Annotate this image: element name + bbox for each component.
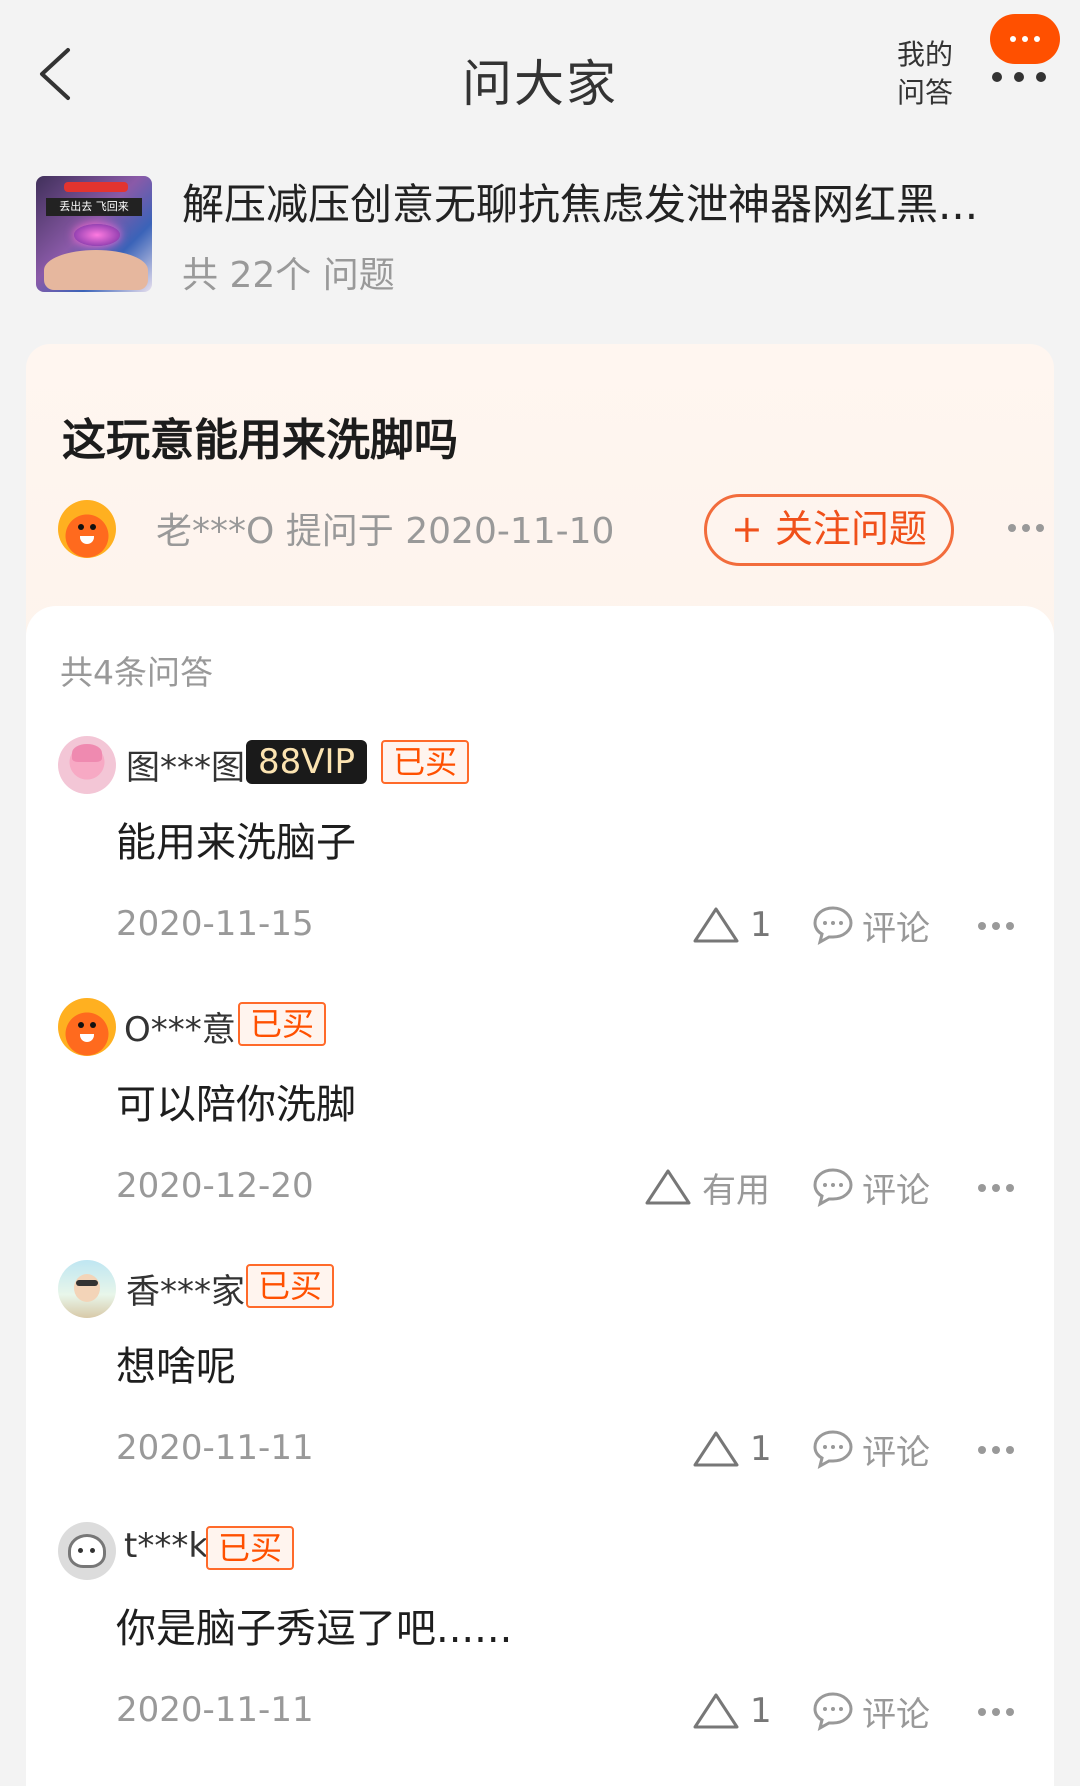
bought-badge: 已买 [206,1526,295,1570]
like-count: 1 [750,1691,772,1731]
answer-text: 你是脑子秀逗了吧...... [116,1606,513,1652]
answer-text: 能用来洗脑子 [116,820,356,866]
asker-name: 老***O [156,511,275,552]
follow-question-button[interactable]: + 关注问题 [704,494,954,566]
product-name[interactable]: 解压减压创意无聊抗焦虑发泄神器网红黑... [182,176,1042,234]
like-triangle-icon [693,907,739,943]
answers-count: 共4条问答 [60,653,213,692]
comment-button[interactable]: 评论 [812,900,930,950]
comment-label: 评论 [862,1694,930,1735]
answer-user: t***k [124,1526,209,1566]
answer-item: t***k 已买 你是脑子秀逗了吧...... 2020-11-11 1 评论 [26,1522,1054,1784]
product-summary[interactable]: 丢出去 飞回来 解压减压创意无聊抗焦虑发泄神器网红黑... 共 22个 问题 [36,176,1046,296]
top-bar: 问大家 我的问答 [0,0,1080,150]
answer-item: 香***家 已买 想啥呢 2020-11-11 1 评论 [26,1260,1054,1522]
like-triangle-icon [693,1431,739,1467]
comment-bubble-icon [813,1168,853,1207]
bought-badge: 已买 [246,1264,335,1308]
comment-bubble-icon [813,1430,853,1469]
comment-button[interactable]: 评论 [812,1686,930,1736]
like-button[interactable]: 1 [692,1424,772,1474]
answer-item: O***意 已买 可以陪你洗脚 2020-12-20 有用 评论 [26,998,1054,1260]
my-qa-link[interactable]: 我的问答 [890,36,960,112]
asker-avatar[interactable] [58,500,116,558]
answer-badges: 已买 [238,1002,327,1046]
like-button[interactable]: 1 [692,1686,772,1736]
like-triangle-icon [693,1693,739,1729]
thumbnail-top-strip [64,182,128,192]
question-count: 共 22个 问题 [182,255,395,296]
like-count: 1 [750,1429,772,1469]
orange-avatar[interactable] [58,998,116,1056]
gray-avatar[interactable] [58,1522,116,1580]
answer-date: 2020-11-11 [116,1428,314,1468]
comment-label: 评论 [862,1170,930,1211]
bought-badge: 已买 [381,740,470,784]
comment-label: 评论 [862,908,930,949]
answer-more-icon[interactable] [978,1184,1014,1192]
answer-user: 香***家 [126,1272,245,1312]
answer-more-icon[interactable] [978,1708,1014,1716]
vip-badge: 88VIP [246,740,368,784]
like-button[interactable]: 有用 [644,1162,770,1212]
like-count: 1 [750,905,772,945]
answer-more-icon[interactable] [978,1446,1014,1454]
answers-list: 共4条问答 图***图 88VIP 已买 能用来洗脑子 2020-11-15 1… [26,606,1054,1786]
spinner-toy-image [74,224,120,246]
question-text: 这玩意能用来洗脚吗 [62,415,458,466]
sky-avatar[interactable] [58,1260,116,1318]
answer-text: 想啥呢 [116,1344,236,1390]
like-label: 有用 [702,1170,770,1211]
question-more-icon[interactable] [1008,524,1044,532]
bought-badge: 已买 [238,1002,327,1046]
message-badge-icon[interactable] [990,14,1060,64]
comment-button[interactable]: 评论 [812,1424,930,1474]
answer-date: 2020-11-15 [116,904,314,944]
answer-date: 2020-12-20 [116,1166,314,1206]
pink-avatar[interactable] [58,736,116,794]
answer-badges: 已买 [206,1526,295,1570]
comment-bubble-icon [813,1692,853,1731]
comment-bubble-icon [813,906,853,945]
product-thumbnail[interactable]: 丢出去 飞回来 [36,176,152,292]
answer-badges: 88VIP 已买 [246,740,470,784]
comment-label: 评论 [862,1432,930,1473]
asker-info: 老***O 提问于 2020-11-10 [156,502,614,554]
like-button[interactable]: 1 [692,900,772,950]
like-triangle-icon [645,1169,691,1205]
answer-item: 图***图 88VIP 已买 能用来洗脑子 2020-11-15 1 评论 [26,736,1054,998]
answer-more-icon[interactable] [978,922,1014,930]
asker-row: 老***O 提问于 2020-11-10 + 关注问题 [58,494,1048,566]
comment-button[interactable]: 评论 [812,1162,930,1212]
asked-date: 提问于 2020-11-10 [285,511,615,552]
answer-text: 可以陪你洗脚 [116,1082,356,1128]
answer-user: 图***图 [126,748,245,788]
more-menu-icon[interactable] [992,72,1046,82]
answer-date: 2020-11-11 [116,1690,314,1730]
thumbnail-banner-text: 丢出去 飞回来 [46,198,142,216]
answer-user: O***意 [124,1010,236,1050]
answer-badges: 已买 [246,1264,335,1308]
hand-image [44,250,148,290]
